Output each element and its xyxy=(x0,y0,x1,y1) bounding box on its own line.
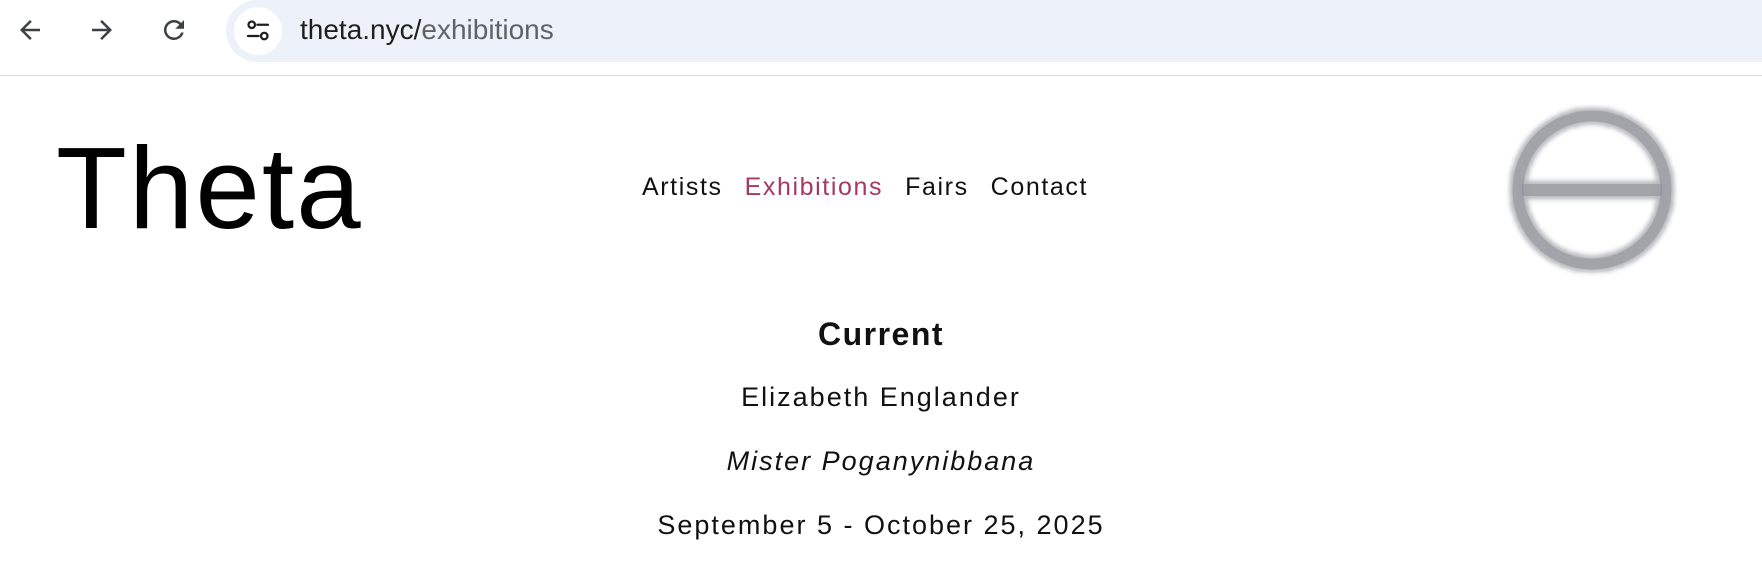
tune-icon xyxy=(246,20,270,41)
reload-icon xyxy=(163,19,184,40)
arrow-left-icon xyxy=(20,20,40,40)
url-path: exhibitions xyxy=(421,14,554,45)
forward-button[interactable] xyxy=(80,8,124,52)
address-bar[interactable]: theta.nyc/exhibitions xyxy=(226,0,1762,62)
site-logo[interactable]: Theta xyxy=(56,130,363,246)
url-host: theta.nyc/ xyxy=(300,14,422,45)
arrow-right-icon xyxy=(92,20,112,40)
exhibition-artist[interactable]: Elizabeth Englander xyxy=(0,381,1762,413)
nav-exhibitions[interactable]: Exhibitions xyxy=(745,173,884,201)
nav-artists[interactable]: Artists xyxy=(642,173,723,201)
url-text[interactable]: theta.nyc/exhibitions xyxy=(300,13,554,47)
theta-emblem-icon[interactable] xyxy=(1506,104,1678,276)
section-title: Current xyxy=(817,316,945,352)
nav-fairs[interactable]: Fairs xyxy=(905,173,969,201)
browser-toolbar: theta.nyc/exhibitions xyxy=(0,0,1762,76)
exhibition-title[interactable]: Mister Poganynibbana xyxy=(0,445,1762,477)
nav-contact[interactable]: Contact xyxy=(991,173,1088,201)
reload-button[interactable] xyxy=(152,8,196,52)
exhibition-dates: September 5 - October 25, 2025 xyxy=(657,510,1105,540)
page-content: Theta Artists Exhibitions Fairs Contact … xyxy=(0,77,1762,576)
back-button[interactable] xyxy=(8,8,52,52)
site-info-button[interactable] xyxy=(234,7,282,55)
current-exhibition: Current Elizabeth Englander Mister Pogan… xyxy=(0,315,1762,541)
